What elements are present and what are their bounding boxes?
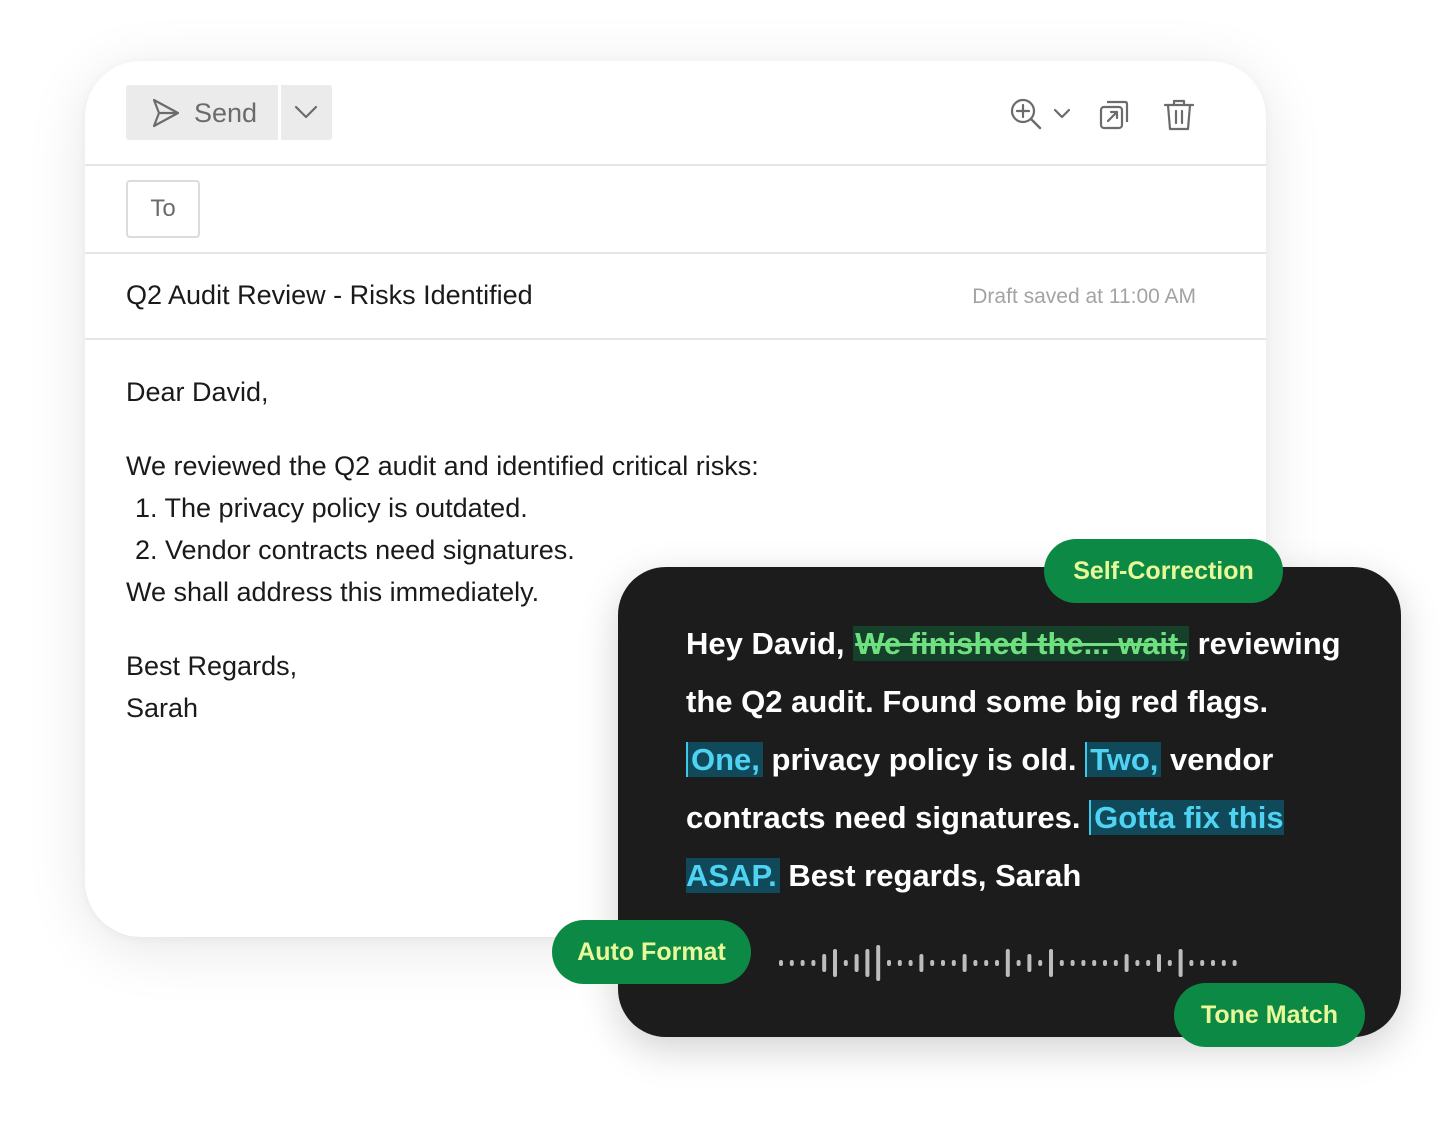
- intro-line: We reviewed the Q2 audit and identified …: [126, 451, 759, 481]
- waveform-bar: [908, 960, 913, 966]
- waveform-bar: [779, 960, 783, 966]
- waveform-bar: [1221, 960, 1226, 966]
- waveform-bar: [833, 949, 837, 977]
- tone-match-badge: Tone Match: [1174, 983, 1365, 1047]
- list-item: 1. The privacy policy is outdated.: [135, 493, 528, 523]
- waveform-bar: [897, 960, 902, 966]
- waveform-bar: [941, 960, 945, 966]
- to-row: To: [85, 164, 1266, 254]
- send-icon: [152, 98, 180, 128]
- waveform-bar: [887, 960, 891, 966]
- waveform-bar: [1232, 960, 1237, 966]
- subject-field[interactable]: Q2 Audit Review - Risks Identified: [126, 280, 533, 311]
- waveform-bar: [1189, 960, 1194, 966]
- waveform-bar: [1211, 960, 1215, 966]
- waveform-bar: [1081, 960, 1086, 966]
- transcript-text: privacy policy is old.: [762, 742, 1086, 777]
- waveform-bar: [843, 960, 848, 966]
- zoom-in-icon[interactable]: [1009, 97, 1043, 136]
- transcript-text: Hey David,: [686, 626, 854, 661]
- waveform-bar: [984, 960, 989, 966]
- waveform-bar: [811, 960, 816, 966]
- waveform-bar: [995, 960, 999, 966]
- waveform-bar: [865, 949, 870, 977]
- self-correction-strike: We finished the... wait,: [853, 626, 1189, 661]
- waveform-bar: [973, 960, 978, 966]
- auto-format-badge: Auto Format: [552, 920, 751, 984]
- waveform-bar: [822, 954, 827, 972]
- waveform-bar: [800, 960, 805, 966]
- waveform-bar: [1157, 954, 1161, 972]
- waveform-bar: [962, 954, 967, 972]
- waveform-bar: [1135, 960, 1140, 966]
- format-highlight: Two,: [1085, 742, 1162, 777]
- draft-status: Draft saved at 11:00 AM: [972, 285, 1196, 308]
- send-options-dropdown[interactable]: [281, 85, 332, 140]
- waveform-bar: [1167, 960, 1172, 966]
- waveform-bar: [1200, 960, 1205, 966]
- format-highlight: One,: [686, 742, 763, 777]
- popout-icon[interactable]: [1098, 99, 1130, 136]
- send-label: Send: [194, 98, 258, 128]
- waveform-bar: [930, 960, 935, 966]
- waveform-bar: [854, 954, 859, 972]
- waveform-bar: [1146, 960, 1151, 966]
- waveform-bar: [951, 960, 956, 966]
- waveform-bar: [919, 954, 924, 972]
- waveform-bar: [1027, 954, 1032, 972]
- waveform-bar: [1092, 960, 1097, 966]
- waveform-bar: [1038, 960, 1043, 966]
- zoom-chevron-down-icon[interactable]: [1052, 107, 1072, 126]
- waveform-bar: [1113, 960, 1118, 966]
- audio-waveform-icon: [779, 945, 1237, 981]
- waveform-bar: [1178, 949, 1183, 977]
- trash-icon[interactable]: [1163, 98, 1195, 137]
- waveform-bar: [1016, 960, 1021, 966]
- send-button[interactable]: Send: [126, 85, 278, 140]
- greeting: Dear David,: [126, 377, 269, 407]
- waveform-bar: [1103, 960, 1107, 966]
- waveform-bar: [1049, 949, 1053, 977]
- transcript-text: Best regards, Sarah: [779, 858, 1082, 893]
- waveform-bar: [876, 945, 881, 981]
- waveform-bar: [1070, 960, 1075, 966]
- self-correction-badge: Self-Correction: [1044, 539, 1283, 603]
- list-item: 2. Vendor contracts need signatures.: [135, 535, 575, 565]
- compose-toolbar: Send: [85, 61, 1266, 166]
- waveform-bar: [789, 960, 794, 966]
- waveform-bar: [1059, 960, 1064, 966]
- to-button[interactable]: To: [126, 180, 200, 238]
- waveform-bar: [1124, 954, 1129, 972]
- dictation-transcript: Hey David, We finished the... wait, revi…: [686, 615, 1346, 905]
- subject-row[interactable]: Q2 Audit Review - Risks Identified Draft…: [85, 252, 1266, 340]
- waveform-bar: [1005, 949, 1010, 977]
